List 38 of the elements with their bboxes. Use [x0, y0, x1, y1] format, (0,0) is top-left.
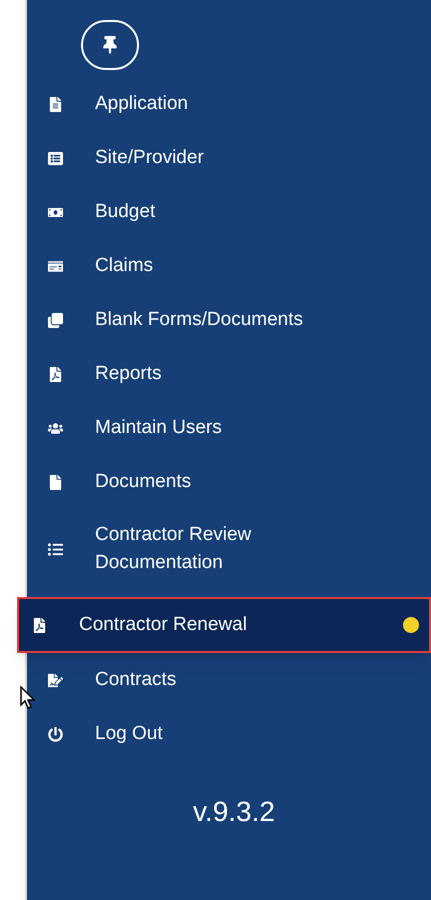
menu-item[interactable]: Application [27, 77, 431, 131]
copies-icon [48, 312, 63, 328]
menu-item[interactable]: Log Out [27, 707, 431, 761]
menu-label: Contractor Renewal [79, 613, 248, 637]
menu-label: Site/Provider [95, 146, 205, 170]
menu-label: Documents [95, 470, 192, 494]
list-icon [48, 150, 63, 166]
version-text: v.9.3.2 [193, 795, 275, 829]
menu-item[interactable]: Blank Forms/Documents [27, 293, 431, 347]
menu-item[interactable]: Contractor Review Documentation [27, 509, 431, 589]
menu-item[interactable]: Budget [27, 185, 431, 239]
list-icon [48, 542, 63, 556]
file-pen-icon [48, 672, 63, 688]
menu-label: Contractor Review Documentation [95, 523, 252, 575]
menu-item[interactable]: Maintain Users [27, 401, 431, 455]
menu-label: Budget [95, 200, 156, 224]
menu-item[interactable]: Claims [27, 239, 431, 293]
pin-button[interactable] [81, 20, 139, 70]
power-icon [48, 726, 63, 742]
menu-label: Contracts [95, 668, 178, 692]
file-icon [48, 474, 63, 490]
menu-label: Application [95, 92, 189, 116]
menu-item[interactable]: Documents [27, 455, 431, 509]
menu-item[interactable]: Contractor Renewal [17, 597, 431, 653]
file-icon [48, 366, 63, 382]
menu-label: Blank Forms/Documents [95, 308, 304, 332]
menu-label: Log Out [95, 722, 164, 746]
menu-label: Maintain Users [95, 416, 223, 440]
pin-icon [102, 36, 118, 54]
menu-label: Reports [95, 362, 163, 386]
menu-item[interactable]: Contracts [27, 653, 431, 707]
file-icon [32, 618, 47, 632]
document-icon [48, 96, 63, 112]
cursor-icon [20, 686, 36, 710]
menu-label: Claims [95, 254, 154, 278]
menu-item[interactable]: Site/Provider [27, 131, 431, 185]
menu-item[interactable]: Reports [27, 347, 431, 401]
users-icon [48, 420, 63, 436]
